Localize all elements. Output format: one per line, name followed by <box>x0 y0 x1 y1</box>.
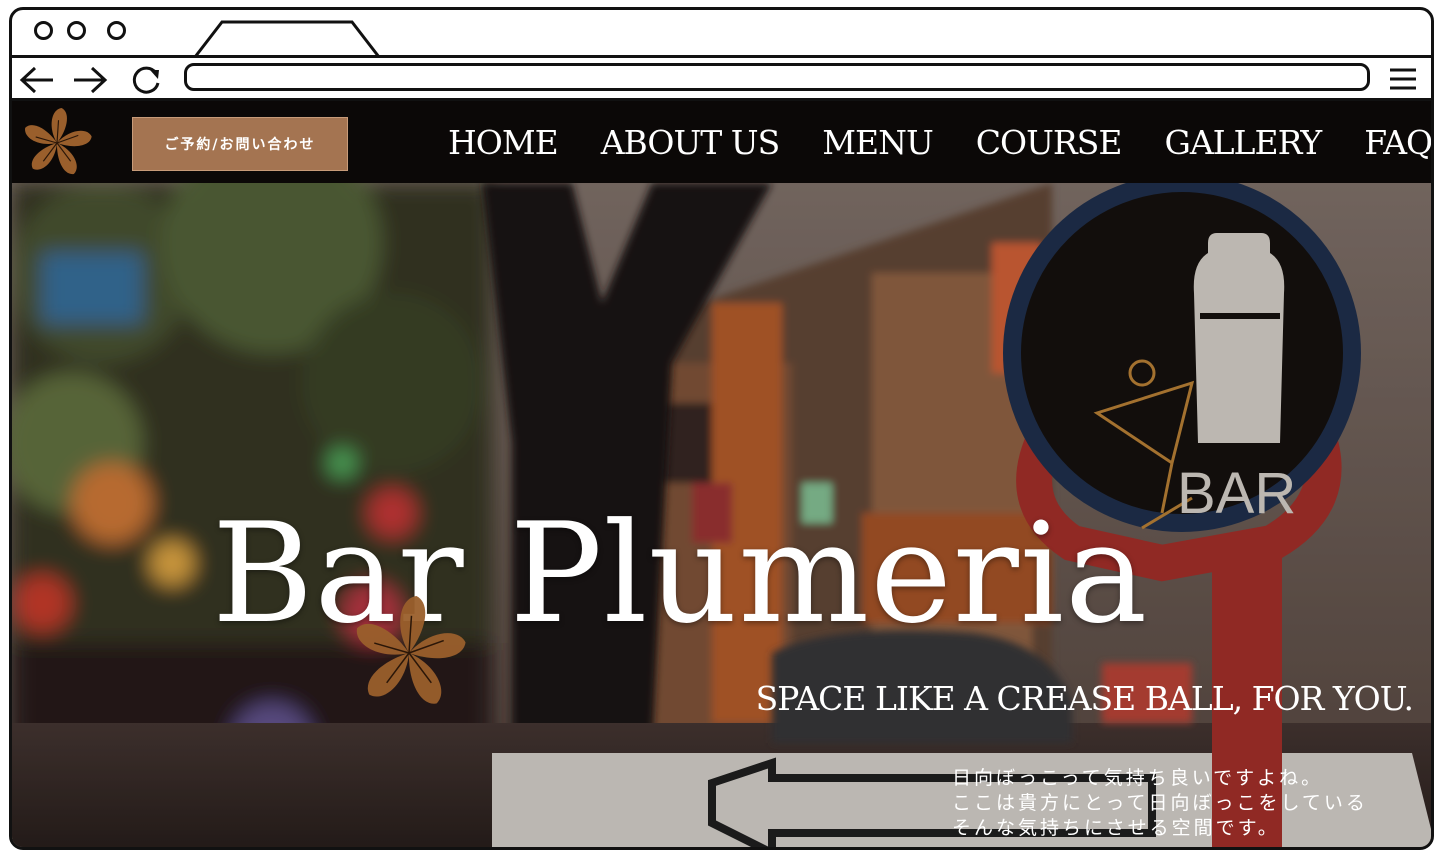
reload-icon[interactable] <box>124 64 168 96</box>
browser-window: ご予約/お問い合わせ HOME ABOUT US MENU COURSE GAL… <box>9 7 1434 850</box>
hero-tagline: SPACE LIKE A CREASE BALL, FOR YOU. <box>755 679 1414 718</box>
plumeria-logo-icon[interactable] <box>16 105 98 181</box>
nav-home[interactable]: HOME <box>448 123 559 162</box>
window-close-dot-icon[interactable] <box>34 21 53 40</box>
description-line: ここは貴方にとって日向ぼっこをしている <box>952 792 1368 814</box>
nav-gallery[interactable]: GALLERY <box>1164 123 1322 162</box>
forward-arrow-icon[interactable] <box>68 64 112 96</box>
plumeria-flower-icon <box>357 595 466 704</box>
browser-toolbar <box>12 58 1431 101</box>
description-line: 日向ぼっこって気持ち良いですよね。 <box>952 767 1324 789</box>
browser-title-bar <box>12 10 1431 58</box>
back-arrow-icon[interactable] <box>15 64 59 96</box>
hero-section: BAR Bar Plumeria SPACE LIKE A CREASE BAL… <box>12 183 1431 847</box>
nav-about-us[interactable]: ABOUT US <box>601 123 780 162</box>
address-bar[interactable] <box>184 63 1370 91</box>
reservation-button[interactable]: ご予約/お問い合わせ <box>132 117 348 171</box>
hamburger-menu-icon[interactable] <box>1389 66 1417 92</box>
window-maximize-dot-icon[interactable] <box>107 21 126 40</box>
hero-description: 日向ぼっこって気持ち良いですよね。 ここは貴方にとって日向ぼっこをしている そん… <box>952 766 1368 841</box>
nav-course[interactable]: COURSE <box>976 123 1123 162</box>
nav-faq[interactable]: FAQ <box>1364 123 1431 162</box>
nav-menu[interactable]: MENU <box>822 123 934 162</box>
browser-tab[interactable] <box>192 19 382 57</box>
window-minimize-dot-icon[interactable] <box>67 21 86 40</box>
description-line: そんな気持ちにさせる空間です。 <box>952 817 1280 839</box>
site-header: ご予約/お問い合わせ HOME ABOUT US MENU COURSE GAL… <box>12 101 1431 183</box>
main-navigation: HOME ABOUT US MENU COURSE GALLERY FAQ <box>448 101 1431 183</box>
